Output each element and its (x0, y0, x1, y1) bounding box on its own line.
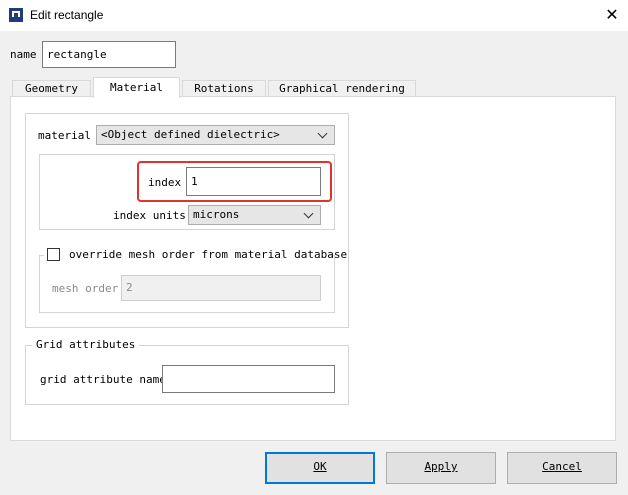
material-select-value: <Object defined dielectric> (101, 128, 280, 141)
chevron-down-icon (303, 208, 314, 219)
close-icon[interactable]: ✕ (598, 3, 626, 27)
mesh-order-input: 2 (121, 275, 321, 301)
override-label: override mesh order from material databa… (69, 248, 348, 261)
grid-group-title: Grid attributes (32, 338, 140, 351)
grid-attribute-name-label: grid attribute name (40, 373, 166, 386)
material-label: material (38, 129, 91, 142)
grid-attribute-name-input[interactable] (162, 365, 335, 393)
ok-button[interactable]: OK (265, 452, 375, 484)
override-checkbox[interactable] (47, 248, 60, 261)
mesh-order-label: mesh order (52, 282, 119, 295)
window-title: Edit rectangle (30, 8, 104, 22)
tab-geometry[interactable]: Geometry (12, 80, 91, 97)
name-label: name (10, 48, 37, 61)
index-input[interactable]: 1 (186, 167, 321, 196)
index-units-select[interactable]: microns (188, 205, 321, 225)
material-select[interactable]: <Object defined dielectric> (96, 125, 335, 145)
tab-graphical-rendering[interactable]: Graphical rendering (268, 80, 416, 97)
app-icon (9, 8, 23, 22)
index-label: index (148, 176, 182, 189)
chevron-down-icon (317, 128, 328, 139)
tab-rotations[interactable]: Rotations (182, 80, 266, 97)
cancel-button[interactable]: Cancel (507, 452, 617, 484)
tab-material[interactable]: Material (93, 77, 180, 98)
apply-button[interactable]: Apply (386, 452, 496, 484)
index-units-label: index units (113, 209, 186, 222)
index-units-value: microns (193, 208, 240, 221)
name-input[interactable]: rectangle (42, 41, 176, 68)
